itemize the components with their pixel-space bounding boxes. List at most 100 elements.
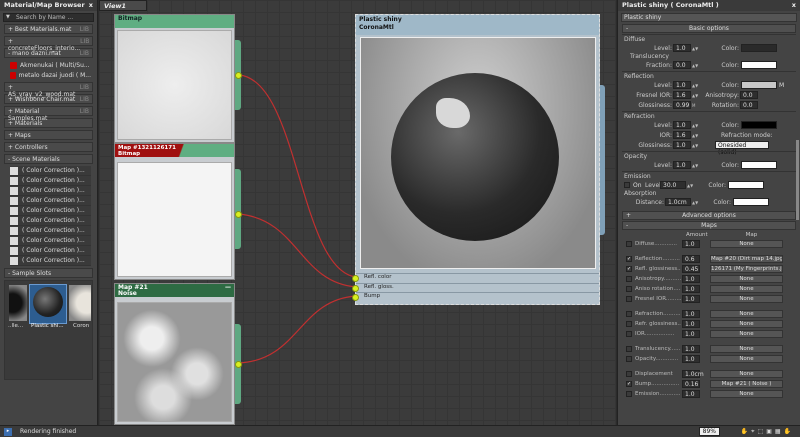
node-bitmap[interactable]: Bitmap [114, 14, 235, 143]
map-enable-checkbox[interactable]: ✓ [626, 256, 632, 262]
reflection-color-swatch[interactable] [741, 81, 777, 89]
browser-group[interactable]: + Best Materials.matLIB [4, 24, 93, 34]
emission-level-input[interactable]: 30.0 [660, 181, 686, 189]
map-enable-checkbox[interactable] [626, 321, 632, 327]
glossiness-input[interactable]: 0.99 [673, 101, 691, 109]
map-amount-input[interactable]: 0.45 [682, 265, 700, 273]
map-enable-checkbox[interactable] [626, 296, 632, 302]
map-enable-checkbox[interactable] [626, 286, 632, 292]
translucency-color-swatch[interactable] [741, 61, 777, 69]
map-slot-button[interactable]: None [710, 355, 783, 363]
slot-thumb[interactable] [9, 285, 27, 321]
map-slot-button[interactable]: None [710, 320, 783, 328]
browser-group[interactable]: + concreteFloors_interio...LIB [4, 36, 93, 46]
fresnel-ior-input[interactable]: 1.6 [673, 91, 691, 99]
scene-material-item[interactable]: ( Color Correction )... [10, 236, 91, 246]
browser-group[interactable]: - mano dazni.matLIB [4, 48, 93, 58]
map-button[interactable]: M [779, 82, 784, 89]
slot-thumb[interactable] [69, 285, 91, 321]
close-icon[interactable]: x [89, 1, 93, 10]
refraction-glossiness-input[interactable]: 1.0 [673, 141, 691, 149]
rotation-input[interactable]: 0.0 [740, 101, 758, 109]
browser-group[interactable]: + Maps [4, 130, 93, 140]
map-enable-checkbox[interactable] [626, 311, 632, 317]
node-material-plastic-shiny[interactable]: Plastic shinyCoronaMtl Refl. colorRefl. … [355, 14, 600, 305]
absorption-color-swatch[interactable] [733, 198, 769, 206]
map-amount-input[interactable]: 1.0 [682, 390, 700, 398]
close-icon[interactable]: x [792, 1, 796, 10]
scene-material-item[interactable]: ( Color Correction )... [10, 256, 91, 266]
input-port[interactable] [352, 275, 359, 282]
map-enable-checkbox[interactable]: ✓ [626, 381, 632, 387]
map-slot-button[interactable]: None [710, 330, 783, 338]
scene-material-item[interactable]: ( Color Correction )... [10, 206, 91, 216]
map-slot-button[interactable]: None [710, 370, 783, 378]
scene-material-item[interactable]: ( Color Correction )... [10, 226, 91, 236]
output-port[interactable] [235, 361, 242, 368]
scene-material-item[interactable]: ( Color Correction )... [10, 196, 91, 206]
input-port[interactable] [352, 285, 359, 292]
rollout-basic-options[interactable]: -Basic options [622, 24, 796, 33]
emission-on-checkbox[interactable] [624, 182, 630, 188]
material-slot[interactable]: Refl. color [356, 273, 599, 283]
map-slot-button[interactable]: None [710, 310, 783, 318]
node-noise[interactable]: Map #21Noise— [114, 283, 235, 425]
map-enable-checkbox[interactable] [626, 391, 632, 397]
map-amount-input[interactable]: 1.0 [682, 240, 700, 248]
browser-group[interactable]: + Controllers [4, 142, 93, 152]
anisotropy-input[interactable]: 0.0 [740, 91, 758, 99]
map-enable-checkbox[interactable] [626, 276, 632, 282]
node-view[interactable]: View1 Bitmap Map #1321126171Bitmap Map #… [99, 0, 616, 425]
scene-material-item[interactable]: ( Color Correction )... [10, 216, 91, 226]
scrollbar[interactable] [796, 140, 799, 220]
input-port[interactable] [352, 294, 359, 301]
translucency-fraction-input[interactable]: 0.0 [673, 61, 691, 69]
map-slot-button[interactable]: None [710, 240, 783, 248]
scene-material-item[interactable]: ( Color Correction )... [10, 246, 91, 256]
scene-material-item[interactable]: ( Color Correction )... [10, 176, 91, 186]
nav-tool-icons[interactable]: ✋⌖⬚▣▦✋ [741, 428, 794, 436]
map-slot-button[interactable]: None [710, 345, 783, 353]
opacity-color-swatch[interactable] [741, 161, 777, 169]
map-slot-button[interactable]: None [710, 275, 783, 283]
reflection-level-input[interactable]: 1.0 [673, 81, 691, 89]
map-slot-button[interactable]: None [710, 390, 783, 398]
material-slot[interactable]: Refl. gloss. [356, 283, 599, 293]
map-amount-input[interactable]: 1.0 [682, 320, 700, 328]
slot-selected[interactable] [29, 284, 67, 324]
map-slot-button[interactable]: None [710, 295, 783, 303]
ior-input[interactable]: 1.6 [673, 131, 691, 139]
map-enable-checkbox[interactable] [626, 331, 632, 337]
map-enable-checkbox[interactable] [626, 346, 632, 352]
map-amount-input[interactable]: 0.16 [682, 380, 700, 388]
zoom-select[interactable]: 89% [699, 427, 720, 436]
scene-material-item[interactable]: ( Color Correction )... [10, 186, 91, 196]
library-material-item[interactable]: metalo dazai juodi ( M... [10, 70, 91, 80]
collapse-icon[interactable]: — [225, 285, 231, 291]
diffuse-level-input[interactable]: 1.0 [673, 44, 691, 52]
refraction-color-swatch[interactable] [741, 121, 777, 129]
map-amount-input[interactable]: 1.0cm [682, 370, 700, 378]
browser-group[interactable]: - Scene Materials [4, 154, 93, 164]
scene-material-item[interactable]: ( Color Correction )... [10, 166, 91, 176]
refraction-mode-select[interactable]: Onesided (solid) [715, 141, 769, 149]
node-bitmap-fingerprints[interactable]: Map #1321126171Bitmap [114, 143, 235, 280]
output-port[interactable] [235, 211, 242, 218]
map-enable-checkbox[interactable] [626, 371, 632, 377]
material-slot[interactable]: Bump [356, 292, 599, 302]
opacity-level-input[interactable]: 1.0 [673, 161, 691, 169]
map-amount-input[interactable]: 1.0 [682, 310, 700, 318]
browser-group[interactable]: + Material Samples.matLIB [4, 106, 93, 116]
map-amount-input[interactable]: 1.0 [682, 330, 700, 338]
map-slot-button[interactable]: None [710, 285, 783, 293]
map-amount-input[interactable]: 0.6 [682, 255, 700, 263]
map-amount-input[interactable]: 1.0 [682, 295, 700, 303]
map-slot-button[interactable]: 126171 (My Fingerprints.jpg) [710, 265, 783, 273]
map-amount-input[interactable]: 1.0 [682, 345, 700, 353]
material-name-field[interactable]: Plastic shiny [621, 13, 797, 22]
output-port[interactable] [235, 72, 242, 79]
absorption-distance-input[interactable]: 1.0cm [665, 198, 691, 206]
map-slot-button[interactable]: Map #20 (Dirt map 14.jpg) [710, 255, 783, 263]
library-material-item[interactable]: Akmenukai ( Multi/Su... [10, 60, 91, 70]
map-amount-input[interactable]: 1.0 [682, 275, 700, 283]
